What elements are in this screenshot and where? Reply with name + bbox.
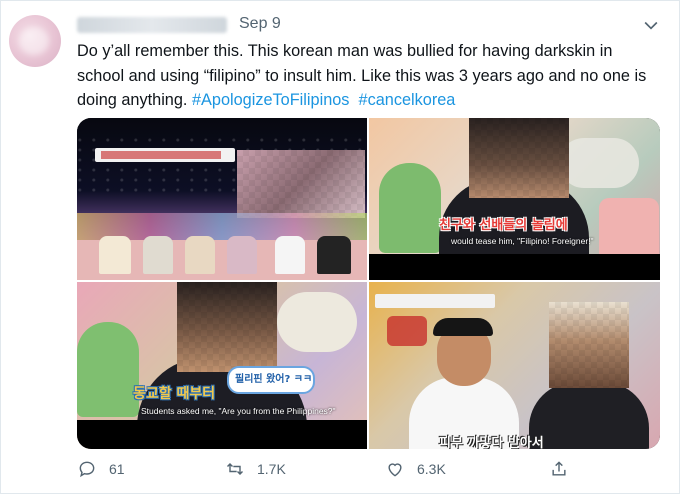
like-count: 6.3K: [417, 461, 446, 477]
korean-caption: 동교할 때부터: [133, 386, 216, 402]
english-subtitle: would tease him, "Filipino! Foreigner!": [451, 236, 594, 246]
tweet-card: Sep 9 Do y’all remember this. This korea…: [0, 0, 680, 494]
media-photo-2[interactable]: 친구와 선배들의 놀림에 would tease him, "Filipino!…: [369, 118, 660, 280]
avatar[interactable]: [9, 15, 61, 67]
chevron-down-icon[interactable]: [641, 15, 661, 35]
media-grid: 친구와 선배들의 놀림에 would tease him, "Filipino!…: [77, 118, 660, 449]
retweet-icon: [226, 462, 244, 476]
share-icon: [552, 461, 566, 476]
share-button[interactable]: [549, 459, 581, 479]
tweet-text: Do y’all remember this. This korean man …: [77, 39, 662, 113]
korean-caption: 피부 까맣다 받아서: [439, 436, 544, 449]
korean-caption: 친구와 선배들의 놀림에: [439, 218, 568, 233]
retweet-button[interactable]: 1.7K: [225, 459, 286, 479]
english-subtitle: Students asked me, "Are you from the Phi…: [141, 406, 336, 416]
like-icon: [388, 463, 402, 477]
hashtag-apologize[interactable]: #ApologizeToFilipinos: [192, 91, 349, 109]
like-button[interactable]: 6.3K: [385, 459, 446, 479]
reply-button[interactable]: 61: [77, 459, 125, 479]
tweet-date[interactable]: Sep 9: [239, 15, 281, 33]
speech-bubble-text: 필리핀 왔어? ㅋㅋ: [235, 374, 313, 385]
media-photo-1[interactable]: [77, 118, 367, 280]
reply-icon: [79, 461, 95, 478]
hashtag-cancelkorea[interactable]: #cancelkorea: [359, 91, 456, 109]
media-photo-4[interactable]: 피부 까맣다 받아서: [369, 282, 660, 449]
reply-count: 61: [109, 461, 125, 477]
media-photo-3[interactable]: 필리핀 왔어? ㅋㅋ 동교할 때부터 Students asked me, "A…: [77, 282, 367, 449]
retweet-count: 1.7K: [257, 461, 286, 477]
blurred-username[interactable]: [77, 17, 227, 33]
tweet-actions: 61 1.7K 6.3K: [77, 459, 597, 483]
